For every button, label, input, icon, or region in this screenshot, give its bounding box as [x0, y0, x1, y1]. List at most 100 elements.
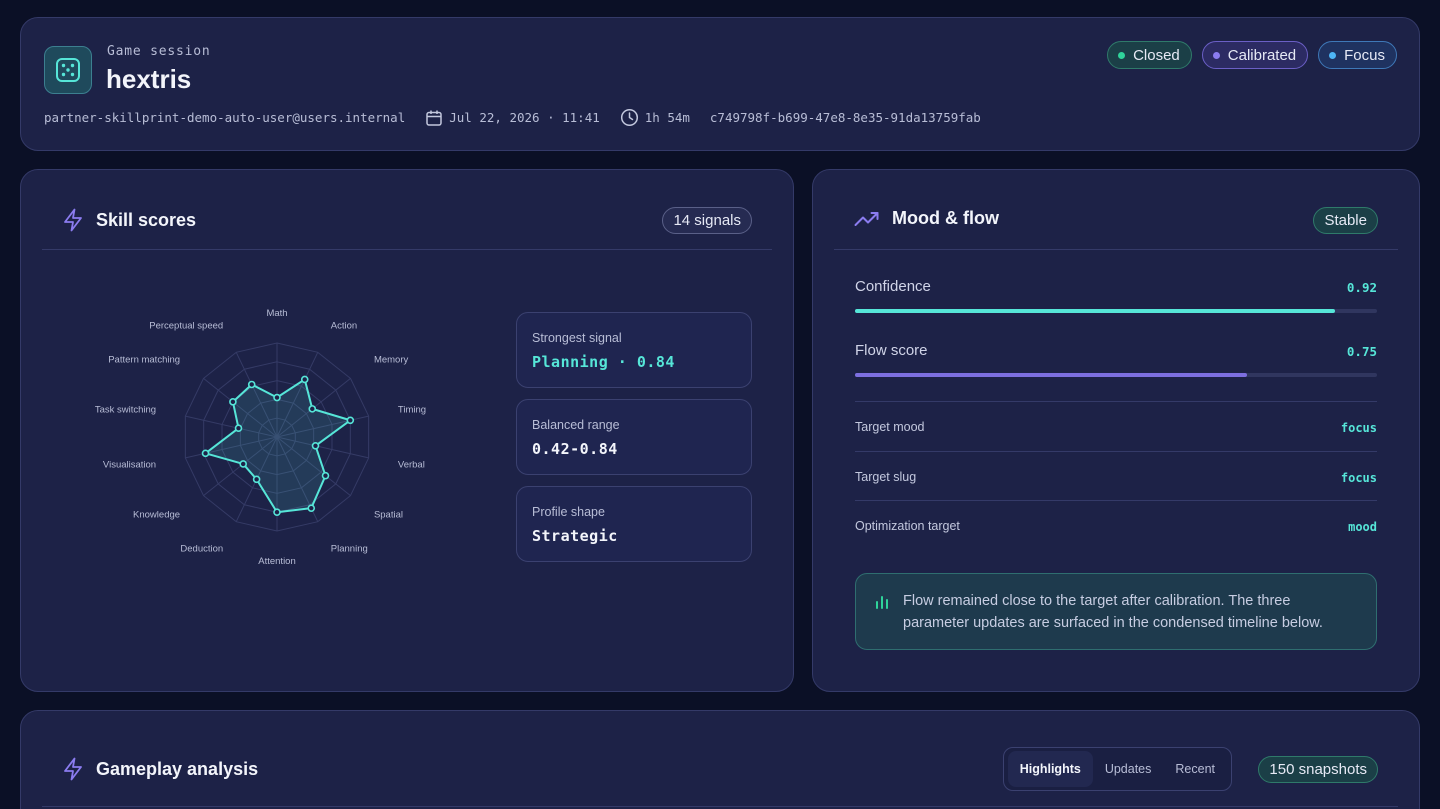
- status-badges: Closed Calibrated Focus: [1107, 41, 1397, 69]
- dice-icon: [44, 46, 92, 94]
- bar-chart-icon: [876, 596, 888, 609]
- session-date-text: Jul 22, 2026 · 11:41: [449, 110, 600, 125]
- radar-axis-label: Knowledge: [133, 509, 180, 520]
- metric-confidence: Confidence 0.92: [855, 278, 1377, 313]
- stat-value: 0.42-0.84: [532, 440, 618, 458]
- session-duration-text: 1h 54m: [644, 110, 690, 125]
- row-value: focus: [1340, 471, 1377, 485]
- row-value: mood: [1348, 520, 1377, 534]
- row-key: Target slug: [855, 470, 917, 484]
- status-badge-closed: Closed: [1107, 41, 1192, 69]
- status-badge-calibrated: Calibrated: [1201, 41, 1309, 69]
- session-duration: 1h 54m: [620, 108, 690, 127]
- radar-point-timing: [346, 416, 355, 425]
- radar-axis-label: Math: [266, 308, 287, 319]
- stat-label: Balanced range: [532, 418, 620, 432]
- radar-axis-label: Pattern matching: [108, 355, 180, 366]
- session-eyebrow: Game session: [107, 44, 211, 59]
- row-value: focus: [1340, 421, 1377, 435]
- radar-point-math: [273, 393, 281, 402]
- row-key: Target mood: [855, 420, 925, 434]
- stat-strongest-signal: Strongest signal Planning · 0.84: [516, 312, 752, 388]
- radar-point-planning: [307, 504, 316, 512]
- gameplay-title: Gameplay analysis: [96, 758, 259, 779]
- lightning-icon: [64, 757, 82, 781]
- user-email: partner-skillprint-demo-auto-user@users.…: [44, 110, 406, 125]
- gameplay-tabs: Highlights Updates Recent: [1002, 747, 1232, 791]
- skill-scores-header: Skill scores 14 signals: [42, 170, 772, 250]
- mood-flow-title: Mood & flow: [892, 208, 999, 228]
- flow-note: Flow remained close to the target after …: [855, 573, 1377, 650]
- radar-axis-label: Deduction: [180, 544, 223, 555]
- snapshots-badge: 150 snapshots: [1258, 756, 1378, 783]
- radar-point-visualisation: [201, 449, 210, 458]
- status-dot: [1118, 51, 1126, 59]
- row-target-mood: Target mood focus: [855, 401, 1377, 451]
- signals-badge: 14 signals: [662, 207, 752, 234]
- flow-progress-fill: [855, 373, 1247, 377]
- calendar-icon: [426, 110, 442, 126]
- radar-axis-label: Visualisation: [103, 460, 156, 471]
- radar-point-memory: [308, 405, 317, 413]
- radar-axis-label: Memory: [374, 355, 409, 366]
- trending-up-icon: [854, 211, 879, 226]
- stability-badge: Stable: [1313, 207, 1378, 234]
- radar-point-verbal: [311, 441, 320, 450]
- status-badge-label: Closed: [1133, 46, 1180, 64]
- stat-balanced-range: Balanced range 0.42-0.84: [516, 399, 752, 475]
- radar-axis-label: Perceptual speed: [149, 320, 223, 331]
- stat-value: Strategic: [532, 527, 618, 545]
- radar-point-action: [300, 375, 309, 384]
- row-key: Optimization target: [855, 519, 960, 533]
- tab-updates[interactable]: Updates: [1093, 751, 1164, 787]
- metric-label: Flow score: [855, 342, 928, 359]
- radar-axis-label: Verbal: [398, 460, 425, 471]
- row-target-slug: Target slug focus: [855, 451, 1377, 501]
- radar-point-knowledge: [239, 460, 247, 468]
- flow-note-text: Flow remained close to the target after …: [903, 593, 1323, 631]
- clock-icon: [620, 108, 638, 127]
- tab-recent[interactable]: Recent: [1163, 751, 1227, 787]
- metric-flow-score: Flow score 0.75: [855, 342, 1377, 377]
- status-badge-label: Calibrated: [1227, 46, 1297, 64]
- radar-point-deduction: [252, 475, 261, 484]
- stat-label: Strongest signal: [532, 331, 622, 345]
- radar-point-pattern-matching: [229, 398, 237, 406]
- radar-axis-label: Timing: [398, 404, 426, 415]
- radar-point-perceptual-speed: [247, 380, 256, 389]
- radar-axis-label: Action: [331, 320, 357, 331]
- status-badge-label: Focus: [1344, 46, 1385, 64]
- status-dot: [1329, 51, 1337, 59]
- lightning-icon: [64, 208, 82, 232]
- stat-profile-shape: Profile shape Strategic: [516, 486, 752, 562]
- radar-point-task-switching: [234, 424, 243, 433]
- row-optimization-target: Optimization target mood: [855, 500, 1377, 550]
- radar-axis-label: Attention: [258, 556, 296, 567]
- radar-axis-label: Planning: [331, 544, 368, 555]
- status-badge-focus: Focus: [1318, 41, 1397, 69]
- metric-value: 0.75: [1346, 344, 1377, 359]
- confidence-progress-bar: [855, 309, 1377, 313]
- stat-label: Profile shape: [532, 505, 605, 519]
- confidence-progress-fill: [855, 309, 1336, 313]
- metric-label: Confidence: [855, 278, 931, 295]
- stat-value: Planning · 0.84: [532, 353, 675, 371]
- radar-axis-label: Task switching: [95, 404, 156, 415]
- radar-point-spatial: [321, 471, 330, 480]
- radar-point-attention: [273, 508, 281, 516]
- game-title: hextris: [106, 64, 192, 94]
- session-id: c749798f-b699-47e8-8e35-91da13759fab: [709, 110, 981, 125]
- flow-progress-bar: [855, 373, 1377, 377]
- radar-axis-label: Spatial: [374, 509, 403, 520]
- metric-value: 0.92: [1346, 280, 1377, 295]
- status-dot: [1212, 51, 1220, 59]
- gameplay-analysis-card: Gameplay analysis Highlights Updates Rec…: [20, 710, 1420, 809]
- skill-radar-chart: Math Action Memory Timing Verbal Spatial Plann…: [95, 308, 426, 567]
- session-date: Jul 22, 2026 · 11:41: [425, 109, 600, 127]
- session-meta: partner-skillprint-demo-auto-user@users.…: [44, 108, 1001, 127]
- tab-highlights[interactable]: Highlights: [1007, 751, 1093, 787]
- skill-scores-title: Skill scores: [96, 209, 197, 230]
- mood-flow-header: Mood & flow Stable: [834, 170, 1398, 250]
- mood-flow-card: Mood & flow Stable Confidence 0.92 Flow …: [812, 169, 1420, 692]
- skill-scores-card: Skill scores 14 signals Math Action Memory…: [20, 169, 794, 692]
